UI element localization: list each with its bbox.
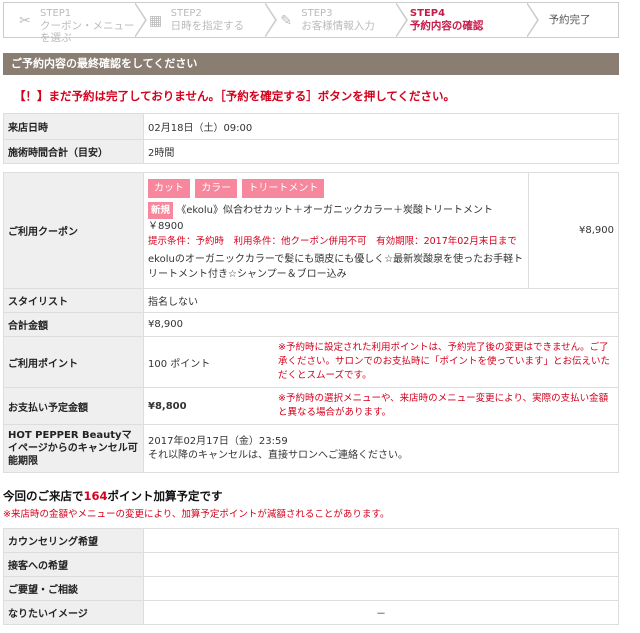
cancel-label: HOT PEPPER Beautyマイページからのキャンセル可能期限 xyxy=(3,424,144,473)
coupon-tag: トリートメント xyxy=(242,179,325,198)
duration-value: 2時間 xyxy=(143,139,619,164)
coupon-detail: カット カラー トリートメント 新規 《ekolu》似合わせカット＋オーガニック… xyxy=(143,172,529,289)
stylist-label: スタイリスト xyxy=(3,288,144,313)
reservation-detail-table: ご利用クーポン カット カラー トリートメント 新規 《ekolu》似合わせカッ… xyxy=(3,172,619,473)
step-complete: 予約完了 xyxy=(526,2,620,38)
pencil-icon: ✎ xyxy=(280,13,293,29)
cancel-note: それ以降のキャンセルは、直接サロンへご連絡ください。 xyxy=(148,449,408,461)
coupon-tag: カラー xyxy=(195,179,238,198)
points-note: ※予約時に設定された利用ポイントは、予約完了後の変更はできません。ご了承ください… xyxy=(278,342,611,381)
payment-value: ¥8,800 xyxy=(148,400,187,412)
points-value: 100 ポイント xyxy=(148,358,211,370)
visit-label: 来店日時 xyxy=(3,113,144,140)
step-2: ▦ STEP2 日時を指定する xyxy=(134,2,278,38)
points-summary: 今回のご来店で164ポイント加算予定です xyxy=(3,489,223,503)
request-label: ご要望・ご相談 xyxy=(3,576,144,601)
new-badge: 新規 xyxy=(148,202,174,219)
scissors-icon: ✂ xyxy=(19,13,31,29)
duration-label: 施術時間合計（目安） xyxy=(3,139,144,164)
request-value xyxy=(143,576,619,601)
coupon-tag: カット xyxy=(148,179,190,198)
points-note-bottom: ※来店時の金額やメニューの変更により、加算予定ポイントが減額されることがあります… xyxy=(3,509,390,520)
total-value: ¥8,900 xyxy=(143,312,619,337)
calendar-icon: ▦ xyxy=(149,13,163,29)
step-title: 日時を指定する xyxy=(170,20,245,32)
section-header: ご予約内容の最終確認をしてください xyxy=(3,53,619,75)
points-label: ご利用ポイント xyxy=(3,336,144,388)
request-value: － xyxy=(143,600,619,625)
step-3: ✎ STEP3 お客様情報入力 xyxy=(265,2,408,38)
step-title: 予約完了 xyxy=(548,14,591,26)
payment-label: お支払い予定金額 xyxy=(3,387,144,425)
coupon-price: ¥8,900 xyxy=(528,172,619,289)
reservation-time-table: 来店日時 02月18日（土）09:00 施術時間合計（目安） 2時間 xyxy=(3,113,619,164)
step-number: STEP4 xyxy=(409,8,446,19)
coupon-condition: 利用条件：他クーポン併用不可 xyxy=(233,236,367,247)
step-progress-bar: ✂ STEP1 クーポン・メニューを選ぶ ▦ STEP2 日時を指定する ✎ STE… xyxy=(3,2,620,44)
step-4: STEP4 予約内容の確認 xyxy=(395,2,539,38)
payment-note: ※予約時の選択メニューや、来店時のメニュー変更により、実際の支払い金額と異なる場… xyxy=(278,393,609,418)
cancel-deadline: 2017年02月17日（金）23:59 xyxy=(148,435,288,447)
request-value xyxy=(143,528,619,553)
step-number: STEP2 xyxy=(170,8,202,19)
request-table: カウンセリング希望 接客への希望 ご要望・ご相談 なりたいイメージ － xyxy=(3,528,619,625)
request-label: カウンセリング希望 xyxy=(3,528,144,553)
request-label: なりたいイメージ xyxy=(3,600,144,625)
coupon-condition: 提示条件：予約時 xyxy=(148,236,225,247)
coupon-expiry: 有効期限：2017年02月末日まで xyxy=(376,236,517,247)
warning-message: 【！】まだ予約は完了しておりません。［予約を確定する］ボタンを押してください。 xyxy=(14,89,456,103)
step-title: 予約内容の確認 xyxy=(409,20,484,32)
step-title: お客様情報入力 xyxy=(301,20,375,32)
visit-value: 02月18日（土）09:00 xyxy=(143,113,619,140)
step-number: STEP1 xyxy=(40,8,72,19)
coupon-label: ご利用クーポン xyxy=(3,172,144,289)
coupon-description: ekoluのオーガニックカラーで髪にも頭皮にも優しく☆最新炭酸泉を使ったお手軽ト… xyxy=(148,254,524,280)
step-title: クーポン・メニューを選ぶ xyxy=(40,20,135,44)
step-1: ✂ STEP1 クーポン・メニューを選ぶ xyxy=(3,2,147,44)
earned-points: 164 xyxy=(83,489,108,503)
coupon-name: 《ekolu》似合わせカット＋オーガニックカラー＋炭酸トリートメント￥8900 xyxy=(148,205,494,232)
stylist-value: 指名しない xyxy=(143,288,619,313)
request-value xyxy=(143,552,619,577)
request-label: 接客への希望 xyxy=(3,552,144,577)
step-number: STEP3 xyxy=(301,8,333,19)
total-label: 合計金額 xyxy=(3,312,144,337)
